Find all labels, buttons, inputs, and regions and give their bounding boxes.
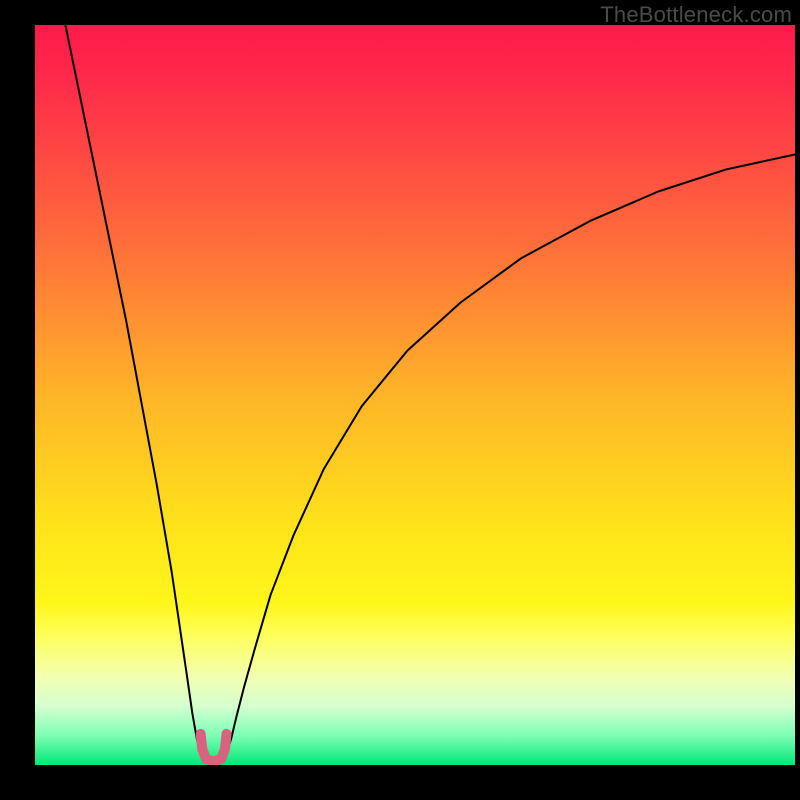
plot-area (35, 25, 795, 765)
chart-frame: TheBottleneck.com (0, 0, 800, 800)
gradient-background (35, 25, 795, 765)
chart-svg (35, 25, 795, 765)
